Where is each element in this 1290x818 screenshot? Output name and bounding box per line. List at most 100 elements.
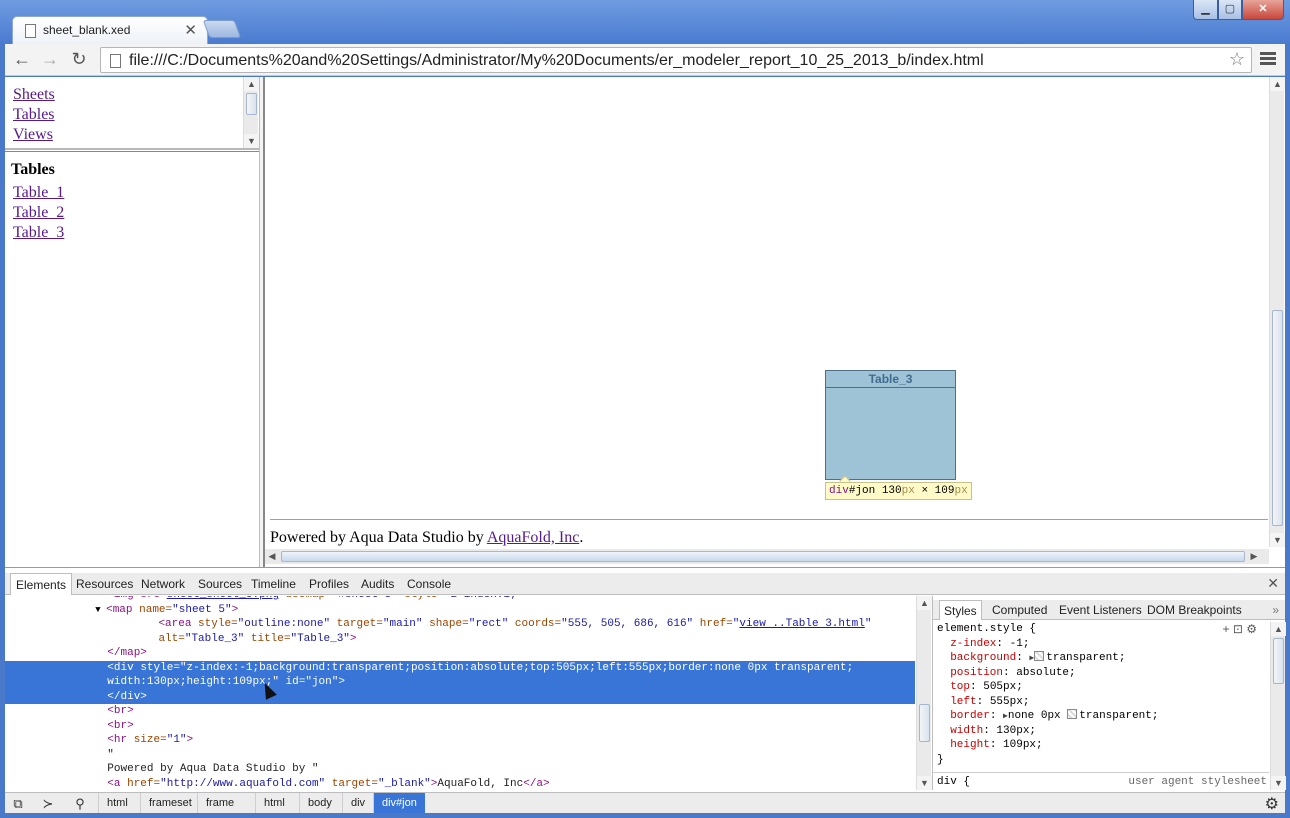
scroll-right-arrow-icon[interactable]: ▶ (1247, 549, 1261, 564)
style-property[interactable]: height: 109px; (937, 738, 1267, 753)
scroll-thumb[interactable] (246, 93, 257, 115)
aquafold-link[interactable]: AquaFold, Inc (487, 529, 579, 546)
table-1-link[interactable]: Table_1 (13, 183, 64, 203)
tab-computed[interactable]: Computed (988, 600, 1051, 620)
scroll-thumb[interactable] (919, 704, 930, 742)
breadcrumb-item[interactable]: frame (197, 793, 242, 814)
tab-network[interactable]: Network (136, 573, 190, 595)
settings-gear-icon[interactable]: ⚙ (1265, 794, 1279, 814)
scroll-up-arrow-icon[interactable]: ▲ (1270, 77, 1285, 91)
scroll-up-arrow-icon[interactable]: ▲ (1271, 622, 1286, 636)
dom-node[interactable]: ▼ <map name="sheet 5"> (5, 603, 915, 618)
tab-resources[interactable]: Resources (71, 573, 138, 595)
devtools-close-icon[interactable]: ✕ (1267, 575, 1279, 592)
breadcrumb-item[interactable]: div#jon (373, 793, 425, 814)
dom-node[interactable]: <a href="http://www.aquafold.com" target… (5, 777, 915, 791)
table-2-link[interactable]: Table_2 (13, 203, 64, 223)
tab-elements[interactable]: Elements (10, 573, 73, 595)
dom-tree-scrollbar[interactable]: ▲ ▼ (916, 596, 932, 790)
url-text[interactable]: file:///C:/Documents%20and%20Settings/Ad… (129, 52, 984, 70)
scroll-thumb[interactable] (1273, 638, 1284, 684)
breadcrumb-item[interactable]: frameset (140, 793, 200, 814)
dom-node-selected[interactable]: </div> (5, 689, 915, 704)
dom-node-selected[interactable]: <div style="z-index:-1;background:transp… (5, 660, 915, 675)
scroll-up-arrow-icon[interactable]: ▲ (917, 596, 932, 610)
tab-console[interactable]: Console (402, 573, 456, 595)
reload-icon[interactable]: ↻ (68, 48, 90, 70)
main-frame-horizontal-scrollbar[interactable]: ◀ ▶ (265, 549, 1269, 564)
console-drawer-icon[interactable]: ≻ (37, 795, 59, 813)
address-bar[interactable]: file:///C:/Documents%20and%20Settings/Ad… (100, 47, 1252, 73)
tables-link[interactable]: Tables (13, 105, 55, 125)
devtools-panel: Elements Resources Network Sources Timel… (5, 567, 1286, 814)
views-link[interactable]: Views (13, 125, 55, 145)
tab-audits[interactable]: Audits (356, 573, 399, 595)
scroll-down-arrow-icon[interactable]: ▼ (1270, 533, 1285, 547)
dom-node[interactable]: " (5, 748, 915, 763)
powered-by-text: Powered by Aqua Data Studio by AquaFold,… (270, 529, 584, 546)
nav-frame-scrollbar[interactable]: ▲ ▼ (243, 77, 259, 148)
search-icon[interactable]: ⚲ (69, 795, 91, 813)
tab-dom-breakpoints[interactable]: DOM Breakpoints (1143, 600, 1246, 620)
dom-node[interactable]: Powered by Aqua Data Studio by " (5, 762, 915, 777)
dom-node[interactable]: alt="Table_3" title="Table_3"> (5, 632, 915, 647)
style-property[interactable]: border: ▶none 0px transparent; (937, 709, 1267, 724)
dom-node[interactable]: </map> (5, 646, 915, 661)
style-property[interactable]: top: 505px; (937, 680, 1267, 695)
table-3-link[interactable]: Table_3 (13, 223, 64, 243)
style-property[interactable]: background: ▶ transparent; (937, 651, 1267, 666)
tab-profiles[interactable]: Profiles (304, 573, 354, 595)
inspector-highlight-tooltip: div#jon 130px × 109px (825, 482, 972, 500)
dock-toggle-icon[interactable]: ⧉ (7, 795, 29, 813)
style-property[interactable]: left: 555px; (937, 695, 1267, 710)
scroll-down-arrow-icon[interactable]: ▼ (1271, 776, 1286, 790)
bookmark-star-icon[interactable]: ☆ (1229, 49, 1245, 70)
scroll-thumb[interactable] (281, 551, 1245, 562)
tab-sources[interactable]: Sources (193, 573, 247, 595)
main-frame: Table_3 div#jon 130px × 109px Powered by… (265, 77, 1285, 567)
back-arrow-icon[interactable]: ← (11, 48, 33, 70)
scroll-down-arrow-icon[interactable]: ▼ (244, 134, 259, 148)
style-property[interactable]: position: absolute; (937, 666, 1267, 681)
breadcrumb-item[interactable]: body (299, 793, 340, 814)
dom-node[interactable]: <area style="outline:none" target="main"… (5, 617, 915, 632)
minimize-button[interactable]: ▁ (1193, 0, 1218, 20)
style-property[interactable]: width: 130px; (937, 724, 1267, 739)
tab-event-listeners[interactable]: Event Listeners (1055, 600, 1146, 620)
tab-close-icon[interactable]: ✕ (184, 21, 197, 39)
dom-node[interactable]: <br> (5, 704, 915, 719)
browser-tab-active[interactable]: sheet_blank.xed ✕ (12, 16, 208, 44)
style-rules: element.style { z-index: -1; background:… (937, 622, 1267, 767)
style-property[interactable]: z-index: -1; (937, 637, 1267, 652)
expand-triangle-icon[interactable]: ▼ (95, 605, 106, 615)
styles-scrollbar[interactable]: ▲ ▼ (1270, 622, 1286, 790)
breadcrumb-item[interactable]: html (98, 793, 136, 814)
scroll-thumb[interactable] (1272, 310, 1283, 526)
close-window-button[interactable]: ✕ (1242, 0, 1284, 20)
devtools-tab-bar: Elements Resources Network Sources Timel… (5, 573, 1285, 595)
footer-rule (270, 519, 1268, 520)
tab-styles[interactable]: Styles (939, 600, 982, 620)
forward-arrow-icon[interactable]: → (39, 48, 61, 70)
breadcrumb-item[interactable]: div (342, 793, 373, 814)
scroll-down-arrow-icon[interactable]: ▼ (917, 776, 932, 790)
breadcrumb-item[interactable]: html (255, 793, 293, 814)
chrome-menu-icon[interactable] (1260, 50, 1276, 70)
style-rule-divider (933, 772, 1269, 773)
main-frame-vertical-scrollbar[interactable]: ▲ ▼ (1269, 77, 1285, 547)
devtools-status-bar: ⧉ ≻ ⚲ html frameset frame html body div div#jo… (5, 792, 1285, 814)
more-tabs-chevron-icon[interactable]: » (1272, 600, 1279, 620)
dom-node[interactable]: <br> (5, 719, 915, 734)
maximize-button[interactable]: ▢ (1218, 0, 1242, 20)
window-frame-bottom (0, 813, 1290, 818)
dom-tree[interactable]: <img src=sheet_sheet_5.png usemap="#shee… (5, 596, 915, 790)
table-3-entity-box[interactable]: Table_3 (825, 370, 956, 480)
dom-node-selected[interactable]: width:130px;height:109px;" id="jon"> (5, 675, 915, 690)
sheets-link[interactable]: Sheets (13, 85, 55, 105)
new-tab-button[interactable] (202, 20, 242, 38)
page-file-icon (25, 24, 36, 38)
dom-node[interactable]: <hr size="1"> (5, 733, 915, 748)
scroll-up-arrow-icon[interactable]: ▲ (244, 77, 259, 91)
tab-timeline[interactable]: Timeline (246, 573, 301, 595)
scroll-left-arrow-icon[interactable]: ◀ (265, 549, 279, 564)
